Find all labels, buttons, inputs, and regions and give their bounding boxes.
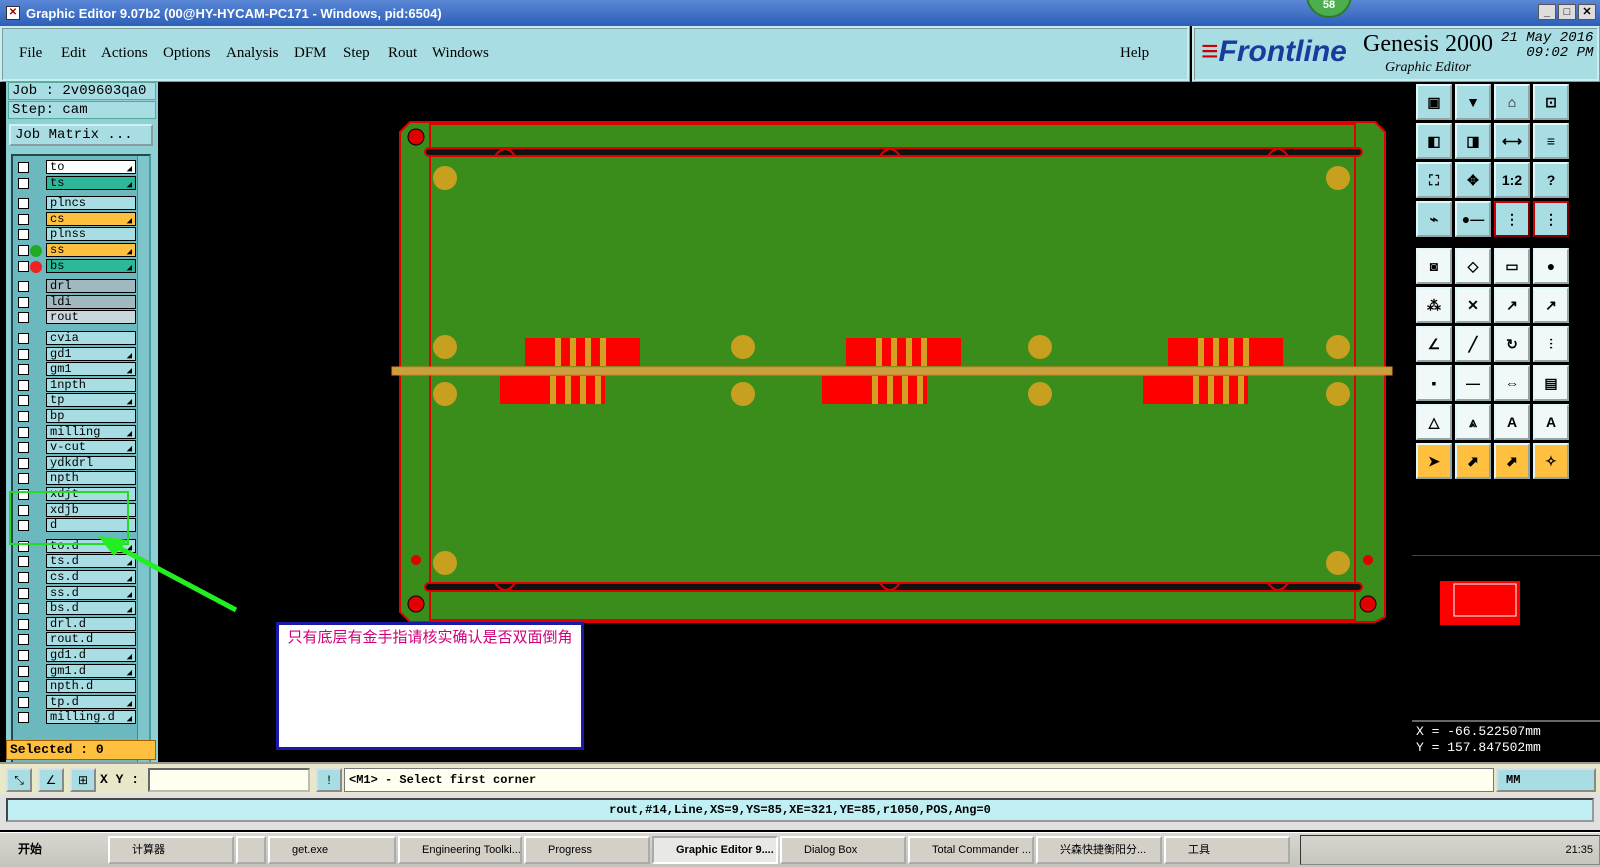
measure-icon[interactable]: ∠ (38, 768, 64, 792)
command-bar: ⤡ ∠ ⊞ X Y : ! <M1> - Select first corner… (0, 762, 1600, 794)
sparkle-tool-icon[interactable]: ✧ (1533, 443, 1569, 479)
tool-palette: ▣ ▼ ⌂ ⊡ ◧ ◨ ⟷ ≡ ⛶ ✥ 1:2? ⌁ ●— ⋮ ⋮ ◙ ◇ ▭ ● ⁂ ✕ ↗ ↗ ∠ ╱ ↻ ⫶ ▪ — ⇔ ▤ △ ⩓ A A ➤… (1412, 82, 1600, 482)
vector-tool-icon[interactable]: ↗ (1494, 287, 1530, 323)
system-tray-clock: 21:35 (1300, 835, 1600, 865)
xy-input[interactable] (148, 768, 310, 792)
fit-tool-icon[interactable]: ▼ (1455, 84, 1491, 120)
task-calculator[interactable]: 计算器 (108, 836, 234, 864)
letter-tool-icon[interactable]: A (1494, 404, 1530, 440)
prev-tool-icon[interactable]: ◧ (1416, 123, 1452, 159)
grid-tool-icon[interactable]: ⋮ (1494, 201, 1530, 237)
resize-tool-icon[interactable]: ⇔ (1494, 365, 1530, 401)
slash-tool-icon[interactable]: ╱ (1455, 326, 1491, 362)
scale-tool-icon[interactable]: 1:2 (1494, 162, 1530, 198)
parallel-tool-icon[interactable]: ⫶ (1533, 326, 1569, 362)
angle-tool-icon[interactable]: ∠ (1416, 326, 1452, 362)
prompt-message: <M1> - Select first corner (344, 768, 1494, 792)
square-tool-icon[interactable]: ▪ (1416, 365, 1452, 401)
status-area: rout,#14,Line,XS=9,YS=85,XE=321,YE=85,r1… (0, 794, 1600, 830)
pointer2-tool-icon[interactable]: ⬈ (1455, 443, 1491, 479)
cursor-coordinates: X = -66.522507mm Y = 157.847502mm (1412, 720, 1600, 762)
triangle-tool-icon[interactable]: △ (1416, 404, 1452, 440)
annotation-arrow (9, 491, 238, 613)
task-tools[interactable]: 工具 (1164, 836, 1290, 864)
zoom-window-icon[interactable]: ⤡ (6, 768, 32, 792)
task-chrome[interactable] (236, 836, 266, 864)
task-dialog-box[interactable]: Dialog Box (780, 836, 906, 864)
grid2-tool-icon[interactable]: ⋮ (1533, 201, 1569, 237)
alert-icon[interactable]: ! (316, 768, 342, 792)
task-engineering-toolkit[interactable]: Engineering Toolki... (398, 836, 522, 864)
pointer3-tool-icon[interactable]: ⬈ (1494, 443, 1530, 479)
window-tool-icon[interactable]: ⊡ (1533, 84, 1569, 120)
snap-tool-icon[interactable]: ⌁ (1416, 201, 1452, 237)
node-tool-icon[interactable]: ⁂ (1416, 287, 1452, 323)
help-tool-icon[interactable]: ? (1533, 162, 1569, 198)
home-tool-icon[interactable]: ⌂ (1494, 84, 1530, 120)
grid-icon[interactable]: ⊞ (70, 768, 96, 792)
task-progress[interactable]: Progress (524, 836, 650, 864)
start-button[interactable]: 开始 (0, 835, 60, 865)
pointer-tool-icon[interactable]: ➤ (1416, 443, 1452, 479)
shape-tool-icon[interactable]: ◇ (1455, 248, 1491, 284)
task-total-commander[interactable]: Total Commander ... (908, 836, 1034, 864)
pad-tool-icon[interactable]: ◙ (1416, 248, 1452, 284)
move-tool-icon[interactable]: ✥ (1455, 162, 1491, 198)
zoom-fit-tool-icon[interactable]: ⛶ (1416, 162, 1452, 198)
view-tool-icon[interactable]: ▣ (1416, 84, 1452, 120)
rotate-tool-icon[interactable]: ↻ (1494, 326, 1530, 362)
line-tool-icon[interactable]: ●— (1455, 201, 1491, 237)
letter2-tool-icon[interactable]: A (1533, 404, 1569, 440)
feature-status: rout,#14,Line,XS=9,YS=85,XE=321,YE=85,r1… (6, 798, 1594, 822)
measure-tool-icon[interactable]: ▭ (1494, 248, 1530, 284)
task-browser[interactable]: 兴森快捷衡阳分... (1036, 836, 1162, 864)
minus-tool-icon[interactable]: — (1455, 365, 1491, 401)
task-get[interactable]: get.exe (268, 836, 396, 864)
dot-tool-icon[interactable]: ● (1533, 248, 1569, 284)
xy-label: X Y : (100, 772, 140, 787)
triangle2-tool-icon[interactable]: ⩓ (1455, 404, 1491, 440)
overview-map[interactable] (1412, 555, 1600, 715)
pan-tool-icon[interactable]: ⟷ (1494, 123, 1530, 159)
frame-tool-icon[interactable]: ▤ (1533, 365, 1569, 401)
next-tool-icon[interactable]: ◨ (1455, 123, 1491, 159)
cross-tool-icon[interactable]: ✕ (1455, 287, 1491, 323)
coord-x: X = -66.522507mm (1416, 724, 1541, 739)
menu-tool-icon[interactable]: ≡ (1533, 123, 1569, 159)
vector2-tool-icon[interactable]: ↗ (1533, 287, 1569, 323)
task-graphic-editor[interactable]: Graphic Editor 9.... (652, 836, 778, 864)
coord-y: Y = 157.847502mm (1416, 740, 1541, 755)
taskbar: 开始 计算器 get.exe Engineering Toolki... Pro… (0, 832, 1600, 867)
units-selector[interactable]: MM (1496, 768, 1596, 792)
